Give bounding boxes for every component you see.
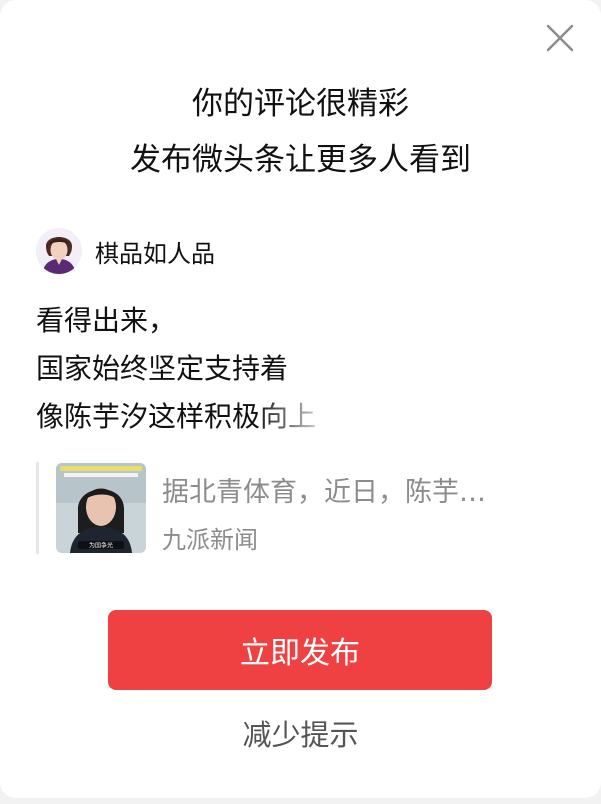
- reduce-prompts-label: 减少提示: [242, 718, 359, 752]
- article-title[interactable]: 据北青体育，近日，陈芋…: [162, 470, 552, 509]
- thumbnail-caption: 为国争光: [89, 542, 113, 550]
- comment-line-2: 国家始终坚定支持着: [36, 352, 289, 385]
- article-thumbnail[interactable]: 为国争光: [56, 463, 146, 553]
- reduce-prompts-link[interactable]: 减少提示: [0, 712, 601, 754]
- close-icon[interactable]: [546, 24, 574, 52]
- dialog-title: 你的评论很精彩 发布微头条让更多人看到: [0, 76, 601, 188]
- close-button[interactable]: [540, 18, 580, 58]
- publish-button-label: 立即发布: [240, 636, 360, 671]
- comment-text: 看得出来， 国家始终坚定支持着 像陈芋汐这样积极向上: [36, 297, 367, 441]
- comment-line-3: 像陈芋汐这样积极向上: [36, 393, 367, 441]
- article-source: 九派新闻: [162, 526, 258, 554]
- publish-button[interactable]: 立即发布: [108, 610, 492, 690]
- comment-line-1: 看得出来，: [36, 304, 177, 337]
- quote-divider: [36, 462, 39, 554]
- author-row: 棋品如人品: [36, 226, 215, 276]
- title-line-1: 你的评论很精彩: [192, 86, 409, 122]
- title-line-2: 发布微头条让更多人看到: [130, 142, 471, 178]
- author-name: 棋品如人品: [95, 239, 215, 268]
- share-dialog: 你的评论很精彩 发布微头条让更多人看到 棋品如人品 看得出来， 国家始终坚定支持…: [0, 0, 601, 798]
- avatar: [36, 228, 82, 274]
